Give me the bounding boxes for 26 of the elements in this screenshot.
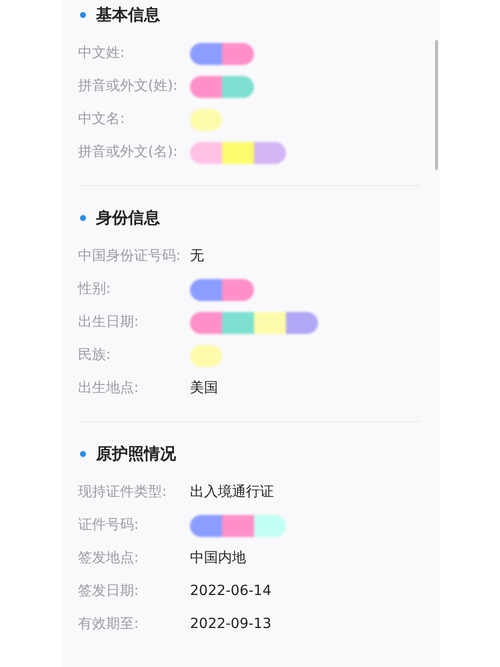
section-title: 原护照情况: [96, 443, 176, 465]
field-label: 中文名:: [78, 110, 126, 129]
field-label: 现持证件类型:: [78, 483, 168, 502]
field-label: 中国身份证号码:: [78, 247, 182, 266]
field-label: 拼音或外文(名):: [78, 143, 179, 162]
field-label: 出生日期:: [78, 313, 140, 332]
redaction-mark: [190, 42, 254, 64]
field-label: 性别:: [78, 280, 112, 299]
field-label: 证件号码:: [78, 516, 140, 535]
section-title: 身份信息: [96, 207, 160, 229]
field-value: 中国内地: [190, 549, 246, 568]
redaction-mark: [190, 278, 254, 300]
section-title: 基本信息: [96, 4, 160, 26]
field-label: 签发日期:: [78, 582, 140, 601]
field-label: 有效期至:: [78, 615, 140, 634]
field-value: 美国: [190, 379, 218, 398]
field-label: 拼音或外文(姓):: [78, 77, 179, 96]
field-label: 民族:: [78, 346, 112, 365]
field-value: 2022-09-13: [190, 615, 272, 634]
field-label: 中文姓:: [78, 44, 126, 63]
field-label: 出生地点:: [78, 379, 140, 398]
field-label: 签发地点:: [78, 549, 140, 568]
field-value: 2022-06-14: [190, 582, 272, 601]
field-value: 无: [190, 247, 204, 266]
redaction-mark: [190, 76, 254, 98]
field-value: 出入境通行证: [190, 483, 274, 502]
